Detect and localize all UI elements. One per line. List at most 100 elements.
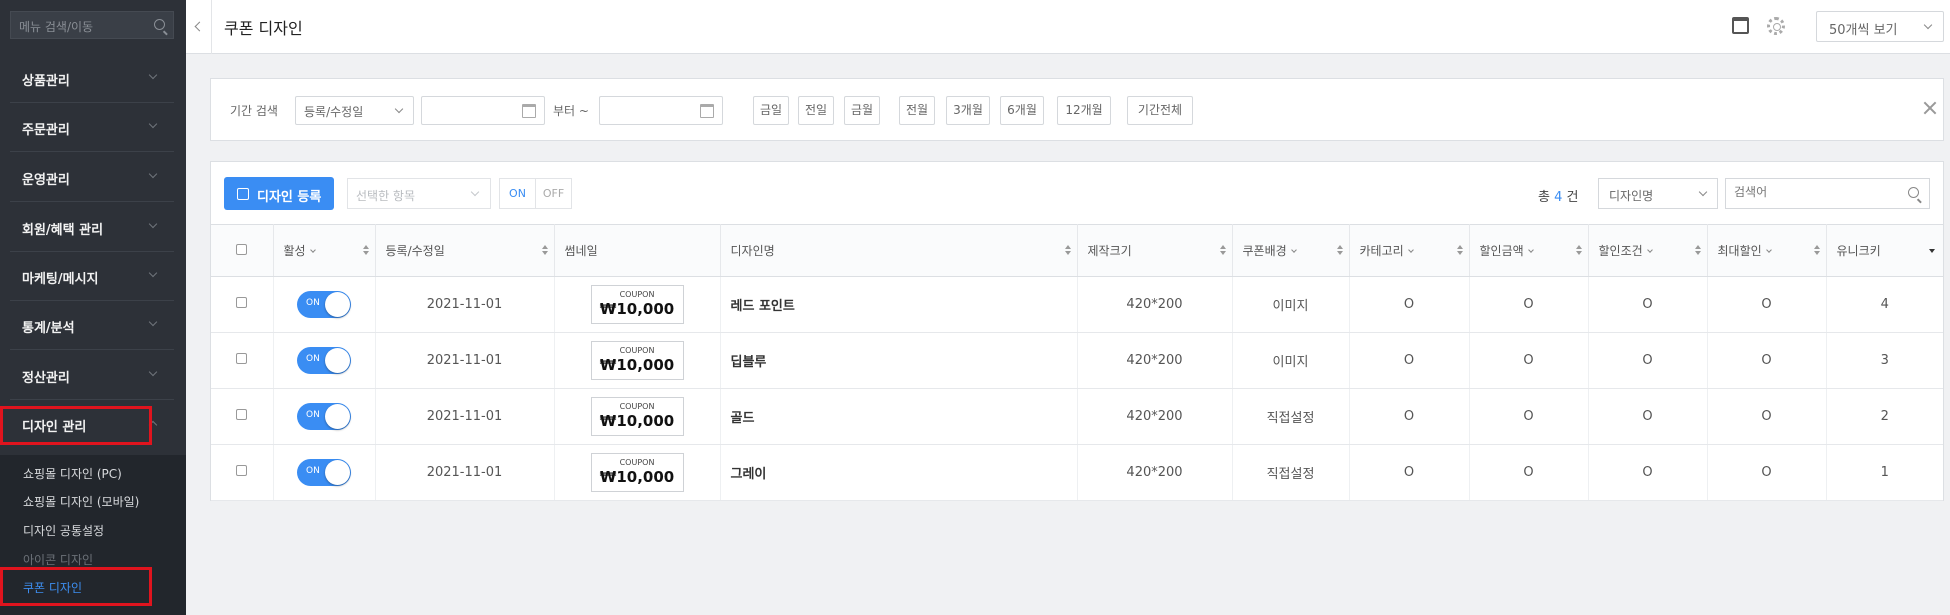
row-select-cell[interactable] [211, 388, 274, 445]
active-toggle[interactable]: ON [297, 291, 351, 318]
active-cell[interactable]: ON [273, 276, 376, 333]
header-date[interactable]: 등록/수정일 [375, 224, 555, 277]
bulk-on-button[interactable]: ON [499, 178, 536, 209]
period-yesterday-button[interactable]: 전일 [798, 96, 834, 125]
bulk-off-button[interactable]: OFF [535, 178, 572, 209]
row-select-cell[interactable] [211, 444, 274, 501]
design-name-cell[interactable]: 레드 포인트 [720, 276, 1078, 333]
sort-icon[interactable] [1575, 245, 1582, 255]
submenu-item-common-settings[interactable]: 디자인 공통설정 [23, 522, 104, 539]
design-name-cell[interactable]: 그레이 [720, 444, 1078, 501]
coupon-thumbnail[interactable]: COUPON ₩10,000 [590, 285, 684, 324]
period-last-month-button[interactable]: 전월 [899, 96, 935, 125]
sort-icon[interactable] [541, 245, 548, 255]
sort-icon[interactable] [1694, 245, 1701, 255]
active-cell[interactable]: ON [273, 388, 376, 445]
design-name-cell[interactable]: 골드 [720, 388, 1078, 445]
sort-icon[interactable] [1219, 245, 1226, 255]
register-design-button[interactable]: 디자인 등록 [224, 177, 334, 210]
sidebar-item-label: 회원/혜택 관리 [22, 223, 104, 238]
header-max-discount[interactable]: 최대할인 [1707, 224, 1827, 277]
search-field-select[interactable]: 디자인명 [1598, 178, 1718, 209]
submenu-item-mobile-design[interactable]: 쇼핑몰 디자인 (모바일) [23, 493, 139, 510]
toggle-label: ON [306, 354, 320, 364]
close-icon[interactable] [1923, 101, 1937, 115]
sidebar-collapse-button[interactable] [186, 0, 212, 54]
period-12-months-button[interactable]: 12개월 [1057, 96, 1111, 125]
table-row[interactable]: ON 2021-11-01 COUPON ₩10,000 딥블루 420*200 … [211, 332, 1943, 389]
header-condition-label: 할인조건 [1598, 244, 1643, 258]
header-condition[interactable]: 할인조건 [1588, 224, 1708, 277]
table-row[interactable]: ON 2021-11-01 COUPON ₩10,000 그레이 420*200 … [211, 444, 1943, 501]
start-date-input[interactable] [421, 96, 545, 125]
table-row[interactable]: ON 2021-11-01 COUPON ₩10,000 골드 420*200 직… [211, 388, 1943, 445]
row-select-cell[interactable] [211, 332, 274, 389]
discount-cell: O [1469, 388, 1589, 445]
coupon-thumbnail[interactable]: COUPON ₩10,000 [590, 341, 684, 380]
sidebar-item-marketing[interactable]: 마케팅/메시지 [10, 252, 174, 301]
active-toggle[interactable]: ON [297, 347, 351, 374]
design-name-cell[interactable]: 딥블루 [720, 332, 1078, 389]
chevron-down-icon [148, 268, 158, 278]
row-checkbox[interactable] [236, 465, 248, 476]
header-unique-key[interactable]: 유니크키 [1826, 224, 1943, 277]
header-name[interactable]: 디자인명 [720, 224, 1078, 277]
calendar-icon[interactable] [700, 104, 714, 118]
view-count-select[interactable]: 50개씩 보기 [1816, 11, 1944, 42]
period-this-month-button[interactable]: 금월 [844, 96, 880, 125]
selected-items-select[interactable]: 선택한 항목 [347, 178, 491, 209]
active-toggle[interactable]: ON [297, 403, 351, 430]
period-today-button[interactable]: 금일 [753, 96, 789, 125]
header-category[interactable]: 카테고리 [1349, 224, 1470, 277]
active-cell[interactable]: ON [273, 444, 376, 501]
search-box[interactable] [1725, 178, 1930, 209]
sort-icon[interactable] [1064, 245, 1071, 255]
period-6-months-button[interactable]: 6개월 [1000, 96, 1044, 125]
sort-icon[interactable] [1456, 245, 1463, 255]
sidebar-item-operations[interactable]: 운영관리 [10, 153, 174, 202]
active-toggle[interactable]: ON [297, 459, 351, 486]
select-all-checkbox[interactable] [236, 243, 248, 255]
category-cell: O [1349, 276, 1470, 333]
period-type-select[interactable]: 등록/수정일 [295, 96, 414, 125]
category-cell: O [1349, 444, 1470, 501]
sort-icon[interactable] [362, 245, 369, 255]
row-checkbox[interactable] [236, 353, 248, 364]
period-3-months-button[interactable]: 3개월 [946, 96, 990, 125]
header-active[interactable]: 활성 [273, 224, 376, 277]
menu-search-input[interactable]: 메뉴 검색/이동 [10, 11, 174, 39]
search-icon[interactable] [154, 19, 165, 30]
sidebar-item-label: 상품관리 [22, 74, 70, 89]
calendar-icon[interactable] [1732, 17, 1749, 34]
header-select-all[interactable] [211, 224, 274, 277]
period-all-button[interactable]: 기간전체 [1127, 96, 1193, 125]
header-background[interactable]: 쿠폰배경 [1232, 224, 1350, 277]
chevron-down-icon [1646, 247, 1653, 253]
selected-items-value: 선택한 항목 [356, 189, 416, 203]
row-checkbox[interactable] [236, 297, 248, 308]
search-input[interactable] [1734, 185, 1894, 199]
submenu-item-pc-design[interactable]: 쇼핑몰 디자인 (PC) [23, 465, 122, 482]
gear-icon[interactable] [1767, 17, 1785, 35]
sidebar-item-statistics[interactable]: 통계/분석 [10, 301, 174, 350]
end-date-input[interactable] [599, 96, 723, 125]
background-cell: 이미지 [1232, 276, 1350, 333]
row-select-cell[interactable] [211, 276, 274, 333]
sidebar-item-settlement[interactable]: 정산관리 [10, 351, 174, 400]
submenu-item-icon-design[interactable]: 아이콘 디자인 [23, 551, 93, 568]
table-row[interactable]: ON 2021-11-01 COUPON ₩10,000 레드 포인트 420*2… [211, 276, 1943, 333]
sort-icon[interactable] [1336, 245, 1343, 255]
sidebar-item-products[interactable]: 상품관리 [10, 54, 174, 103]
sidebar-item-orders[interactable]: 주문관리 [10, 103, 174, 152]
row-checkbox[interactable] [236, 409, 248, 420]
active-cell[interactable]: ON [273, 332, 376, 389]
header-size[interactable]: 제작크기 [1077, 224, 1233, 277]
coupon-thumbnail[interactable]: COUPON ₩10,000 [590, 453, 684, 492]
coupon-thumbnail[interactable]: COUPON ₩10,000 [590, 397, 684, 436]
calendar-icon[interactable] [522, 104, 536, 118]
header-discount[interactable]: 할인금액 [1469, 224, 1589, 277]
sort-icon[interactable] [1813, 245, 1820, 255]
sidebar-item-members[interactable]: 회원/혜택 관리 [10, 203, 174, 252]
search-icon[interactable] [1908, 187, 1919, 198]
sort-desc-icon[interactable] [1929, 249, 1935, 253]
